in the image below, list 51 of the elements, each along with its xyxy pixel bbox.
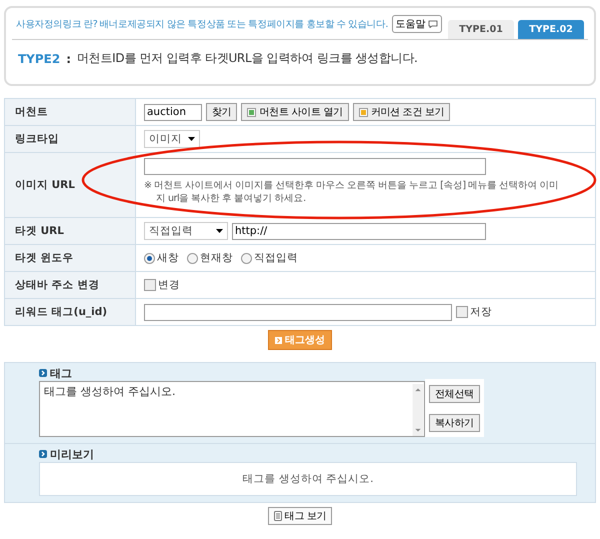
target-url-select[interactable]: 직접입력 bbox=[144, 222, 228, 240]
document-icon bbox=[274, 511, 282, 521]
description-text: 머천트ID를 먼저 입력후 타겟URL을 입력하여 링크를 생성합니다. bbox=[77, 50, 418, 67]
field-label: 리워드 태그(u_id) bbox=[15, 305, 108, 319]
field-label: 이미지 URL bbox=[15, 178, 75, 192]
scrollbar-drawing bbox=[412, 384, 424, 436]
view-tag-button[interactable]: 태그 보기 bbox=[268, 507, 332, 525]
separator: : bbox=[66, 52, 72, 66]
copy-button[interactable]: 복사하기 bbox=[429, 414, 480, 432]
image-icon bbox=[247, 108, 256, 116]
caret-icon bbox=[216, 229, 223, 233]
image-icon bbox=[358, 108, 368, 116]
field-label: 링크타입 bbox=[15, 132, 59, 146]
field-label: 타겟 URL bbox=[15, 224, 64, 238]
type-tab[interactable]: TYPE.02 bbox=[518, 20, 584, 39]
type-label: TYPE2 bbox=[18, 52, 60, 66]
reward-tag-field[interactable] bbox=[144, 304, 452, 320]
radio-button[interactable] bbox=[144, 252, 155, 264]
checkbox-label: 저장 bbox=[470, 305, 492, 319]
section-title: 미리보기 bbox=[50, 446, 94, 462]
tag-textarea[interactable]: 태그를 생성하여 주십시오. bbox=[39, 381, 425, 437]
commission-button[interactable]: 커미션 조건 보기 bbox=[352, 103, 450, 121]
instruction-note: ※ 머천트 사이트에서 이미지를 선택한후 마우스 오른쪽 버튼을 누르고 [속성] 메뉴를 선택하여 이미지 url을 복사한 후 붙여넣기 하세요. bbox=[144, 179, 559, 205]
radio-label: 직접입력 bbox=[254, 251, 298, 265]
checkbox[interactable] bbox=[456, 306, 468, 318]
checkbox[interactable] bbox=[144, 279, 156, 291]
checkbox-label: 변경 bbox=[158, 278, 180, 292]
field-label: 머천트 bbox=[15, 105, 48, 119]
help-button[interactable]: 도움말 bbox=[392, 15, 442, 33]
arrow-bullet-icon bbox=[39, 369, 47, 377]
radio-button[interactable] bbox=[187, 252, 198, 264]
merchant-id-field[interactable]: auction bbox=[144, 104, 202, 120]
radio-label: 새창 bbox=[157, 251, 179, 265]
field-label: 상태바 주소 변경 bbox=[15, 278, 100, 292]
link-type-select[interactable]: 이미지 bbox=[144, 130, 200, 148]
preview-text: 태그를 생성하여 주십시오. bbox=[242, 472, 374, 486]
select-all-button[interactable]: 전체선택 bbox=[429, 384, 480, 402]
caret-icon bbox=[188, 137, 195, 141]
section-title: 태그 bbox=[50, 366, 72, 380]
speech-bubble-icon bbox=[428, 20, 438, 28]
arrow-bullet-icon bbox=[39, 450, 47, 458]
notice-text: 사용자정의링크 란? 배너로제공되지 않은 특정상품 또는 특정페이지를 홍보할 수 있습니다. bbox=[16, 18, 388, 31]
arrow-icon bbox=[275, 336, 282, 344]
open-site-button[interactable]: 머천트 사이트 열기 bbox=[241, 103, 349, 121]
target-url-field[interactable]: http:// bbox=[232, 222, 486, 240]
image-url-field[interactable] bbox=[144, 158, 486, 175]
find-button[interactable]: 찾기 bbox=[206, 103, 238, 121]
type-tab[interactable]: TYPE.01 bbox=[448, 20, 514, 39]
radio-button[interactable] bbox=[241, 252, 252, 264]
field-label: 타겟 윈도우 bbox=[15, 251, 74, 265]
radio-label: 현재창 bbox=[200, 251, 233, 265]
